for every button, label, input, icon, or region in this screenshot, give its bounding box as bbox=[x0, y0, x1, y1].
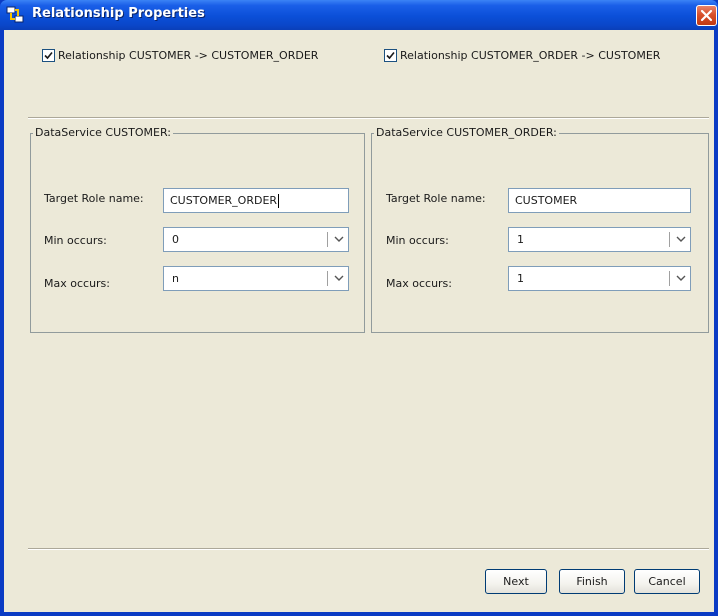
title-bar[interactable]: Relationship Properties bbox=[0, 0, 718, 30]
cancel-button[interactable]: Cancel bbox=[634, 569, 700, 594]
group-title: DataService CUSTOMER_ORDER: bbox=[374, 126, 559, 139]
max-occurs-label: Max occurs: bbox=[44, 277, 110, 290]
selected-value: 1 bbox=[517, 272, 524, 285]
chevron-down-icon[interactable] bbox=[676, 275, 686, 282]
checkbox-box[interactable] bbox=[384, 48, 397, 62]
max-occurs-label: Max occurs: bbox=[386, 277, 452, 290]
combo-divider bbox=[669, 271, 670, 286]
bottom-separator bbox=[28, 548, 709, 550]
relationship-checkbox-customer-to-order[interactable]: Relationship CUSTOMER -> CUSTOMER_ORDER bbox=[42, 48, 318, 62]
min-occurs-label: Min occurs: bbox=[386, 234, 449, 247]
next-button[interactable]: Next bbox=[485, 569, 547, 594]
chevron-down-icon[interactable] bbox=[334, 236, 344, 243]
close-icon bbox=[700, 9, 713, 22]
chevron-down-icon[interactable] bbox=[676, 236, 686, 243]
text-caret bbox=[278, 194, 280, 208]
combo-divider bbox=[669, 232, 670, 247]
relationship-app-icon bbox=[6, 6, 24, 24]
top-separator bbox=[28, 117, 709, 119]
combo-divider bbox=[327, 232, 328, 247]
checkmark-icon bbox=[44, 51, 53, 59]
relationship-label: Relationship CUSTOMER -> CUSTOMER_ORDER bbox=[58, 48, 319, 62]
selected-value: n bbox=[172, 272, 179, 285]
checkbox-box[interactable] bbox=[42, 48, 55, 62]
customer-target-role-input[interactable]: CUSTOMER_ORDER bbox=[163, 188, 349, 213]
close-button[interactable] bbox=[696, 5, 717, 26]
min-occurs-label: Min occurs: bbox=[44, 234, 107, 247]
dialog-window: Relationship Properties Relationship CUS… bbox=[0, 0, 718, 616]
finish-button[interactable]: Finish bbox=[559, 569, 625, 594]
relationship-checkbox-order-to-customer[interactable]: Relationship CUSTOMER_ORDER -> CUSTOMER bbox=[384, 48, 660, 62]
customer-order-max-occurs-select[interactable]: 1 bbox=[508, 266, 691, 291]
customer-min-occurs-select[interactable]: 0 bbox=[163, 227, 349, 252]
selected-value: 0 bbox=[172, 233, 179, 246]
relationship-label: Relationship CUSTOMER_ORDER -> CUSTOMER bbox=[400, 48, 661, 62]
customer-target-role-value: CUSTOMER_ORDER bbox=[170, 194, 278, 207]
target-role-label: Target Role name: bbox=[44, 192, 144, 205]
combo-divider bbox=[327, 271, 328, 286]
chevron-down-icon[interactable] bbox=[334, 275, 344, 282]
customer-max-occurs-select[interactable]: n bbox=[163, 266, 349, 291]
group-title: DataService CUSTOMER: bbox=[33, 126, 173, 139]
checkmark-icon bbox=[386, 51, 395, 59]
dialog-title: Relationship Properties bbox=[32, 6, 205, 21]
target-role-label: Target Role name: bbox=[386, 192, 486, 205]
customer-order-target-role-input[interactable]: CUSTOMER bbox=[508, 188, 691, 213]
customer-order-min-occurs-select[interactable]: 1 bbox=[508, 227, 691, 252]
selected-value: 1 bbox=[517, 233, 524, 246]
customer-order-target-role-value: CUSTOMER bbox=[515, 194, 578, 207]
